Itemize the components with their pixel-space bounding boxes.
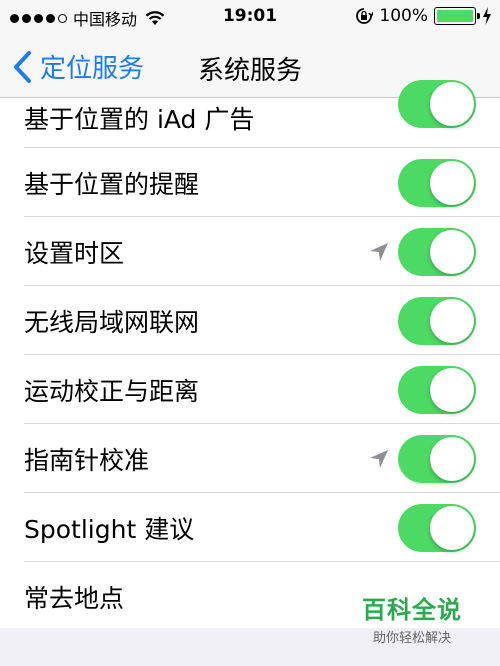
spotlight-toggle[interactable] bbox=[398, 503, 476, 552]
battery-percentage: 100% bbox=[379, 6, 428, 26]
iad-toggle[interactable] bbox=[398, 80, 476, 128]
list-row-motion-calibration: 运动校正与距离 bbox=[0, 355, 500, 424]
row-label: 基于位置的提醒 bbox=[24, 169, 200, 199]
row-label: 常去地点 bbox=[24, 583, 125, 613]
watermark-title: 百科全说 bbox=[362, 596, 462, 624]
battery-fill bbox=[437, 10, 473, 22]
list-row-reminders: 基于位置的提醒 bbox=[0, 148, 500, 217]
status-right: 100% bbox=[355, 6, 492, 26]
watermark-subtitle: 助你轻松解决 bbox=[372, 631, 451, 646]
reminders-toggle[interactable] bbox=[398, 158, 476, 207]
list-row-iad: 基于位置的 iAd 广告 bbox=[0, 80, 500, 148]
row-label: 运动校正与距离 bbox=[24, 376, 200, 406]
battery-icon bbox=[434, 7, 480, 25]
wifi-networking-toggle[interactable] bbox=[398, 296, 476, 345]
list-row-time-zone: 设置时区 bbox=[0, 217, 500, 286]
row-label: Spotlight 建议 bbox=[24, 514, 195, 544]
system-services-list: 基于位置的 iAd 广告 基于位置的提醒 设置时区 无线局域网联网 运动校正与距… bbox=[0, 80, 500, 631]
time-zone-toggle[interactable] bbox=[398, 227, 476, 276]
row-label: 设置时区 bbox=[24, 238, 125, 268]
compass-calibration-toggle[interactable] bbox=[398, 434, 476, 483]
row-label: 无线局域网联网 bbox=[24, 307, 200, 337]
charging-bolt-icon bbox=[483, 7, 491, 25]
status-bar: 中国移动 19:01 100% bbox=[0, 0, 500, 34]
row-label: 指南针校准 bbox=[24, 445, 150, 475]
list-row-wifi-networking: 无线局域网联网 bbox=[0, 286, 500, 355]
motion-calibration-toggle[interactable] bbox=[398, 365, 476, 414]
list-row-compass-calibration: 指南针校准 bbox=[0, 424, 500, 493]
watermark: 百科全说 助你轻松解决 bbox=[342, 590, 482, 646]
location-arrow-icon bbox=[370, 449, 388, 468]
location-arrow-icon bbox=[370, 242, 388, 261]
list-row-spotlight: Spotlight 建议 bbox=[0, 493, 500, 562]
row-label: 基于位置的 iAd 广告 bbox=[24, 105, 255, 134]
rotation-lock-icon bbox=[356, 8, 374, 24]
